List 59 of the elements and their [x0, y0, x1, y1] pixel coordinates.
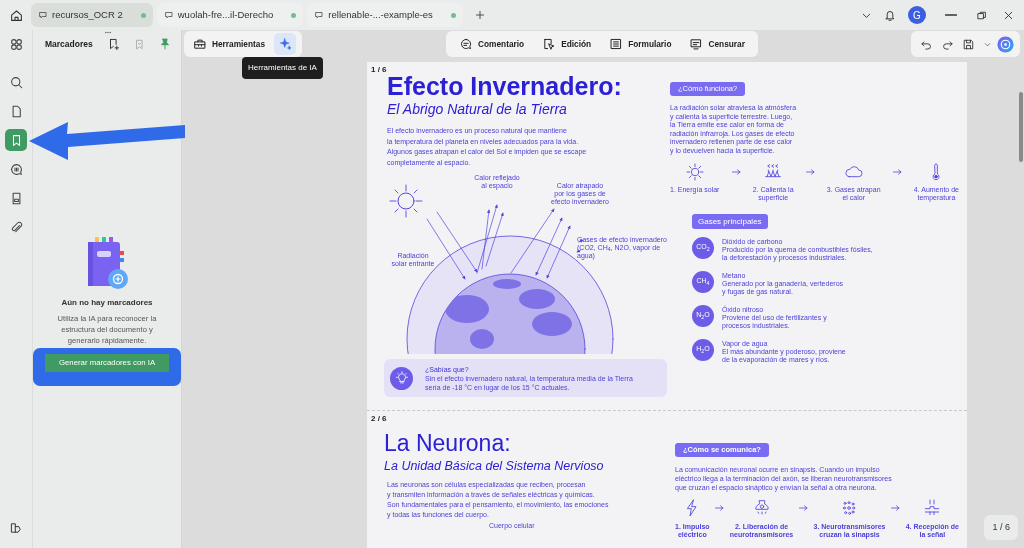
pin-icon	[158, 37, 172, 51]
page-number: 1 / 6	[371, 65, 388, 75]
panel-title: Marcadores	[45, 37, 93, 51]
tooltip: Herramientas de IA	[242, 57, 323, 79]
arrow-icon	[731, 168, 741, 175]
page-number: 2 / 6	[371, 414, 388, 424]
redact-icon	[689, 37, 704, 51]
dot-icon	[450, 12, 456, 18]
speech-bubble-icon	[8, 161, 24, 177]
comment-button[interactable]: Comentario	[456, 35, 528, 53]
form-button[interactable]: Formulario	[606, 35, 675, 53]
speech-bubble-icon	[314, 10, 325, 20]
page-indicator: 1 / 6	[984, 514, 1018, 540]
page-title: La Neurona:	[384, 430, 512, 456]
arrow-icon	[798, 505, 808, 511]
empty-state-title: Aún no hay marcadores	[61, 297, 153, 309]
new-tab-icon	[473, 9, 486, 21]
notebook-icon	[85, 237, 129, 291]
side-panel-icon	[9, 521, 23, 535]
dot-icon	[291, 12, 297, 18]
scrollbar-thumb[interactable]	[1019, 92, 1023, 162]
document-tab[interactable]: rellenable-...-example-es	[307, 3, 463, 27]
save-icon	[962, 37, 975, 51]
edit-button[interactable]: Edición	[539, 35, 595, 53]
minimize-button[interactable]	[942, 11, 960, 19]
sparkle-icon	[277, 36, 293, 52]
document-tab[interactable]: recursos_OCR 2	[31, 3, 153, 27]
tools-button[interactable]: Herramientas	[190, 35, 269, 53]
page-title: Efecto Invernadero:	[387, 72, 623, 100]
notification-icon	[883, 8, 897, 22]
drag-handle-icon[interactable]	[102, 30, 114, 35]
sun-icon	[684, 161, 705, 182]
document-tab[interactable]: wuolah-fre...il-Derecho	[156, 3, 304, 27]
arrow-icon	[715, 505, 725, 511]
section-badge: Gases principales	[692, 213, 768, 229]
form-icon	[609, 37, 624, 51]
ai-tools-button[interactable]	[274, 33, 297, 55]
arrow-icon	[891, 505, 901, 511]
page-subtitle: La Unidad Básica del Sistema Nervioso	[384, 458, 605, 474]
avatar[interactable]: G	[908, 6, 926, 24]
speech-bubble-icon	[38, 10, 48, 20]
light-bulb-icon	[390, 366, 413, 390]
redact-button[interactable]: Censurar	[686, 35, 748, 53]
bookmark-button[interactable]	[5, 129, 27, 151]
toolbox-icon	[193, 37, 207, 51]
edit-icon	[542, 37, 557, 51]
ai-assistant-icon[interactable]	[997, 35, 1014, 53]
arrow-icon	[805, 168, 815, 175]
arrow-icon	[892, 168, 902, 175]
comment-icon	[459, 37, 474, 51]
minimize-icon	[945, 14, 957, 16]
search-icon	[8, 74, 24, 90]
page-subtitle: El Abrigo Natural de la Tierra	[387, 100, 568, 118]
home-icon	[9, 7, 24, 23]
add-bookmark-icon	[107, 37, 121, 51]
dot-icon	[140, 12, 146, 18]
speech-bubble-icon	[163, 10, 174, 20]
bookmark-icon	[133, 37, 146, 51]
grid-icon	[8, 36, 24, 52]
